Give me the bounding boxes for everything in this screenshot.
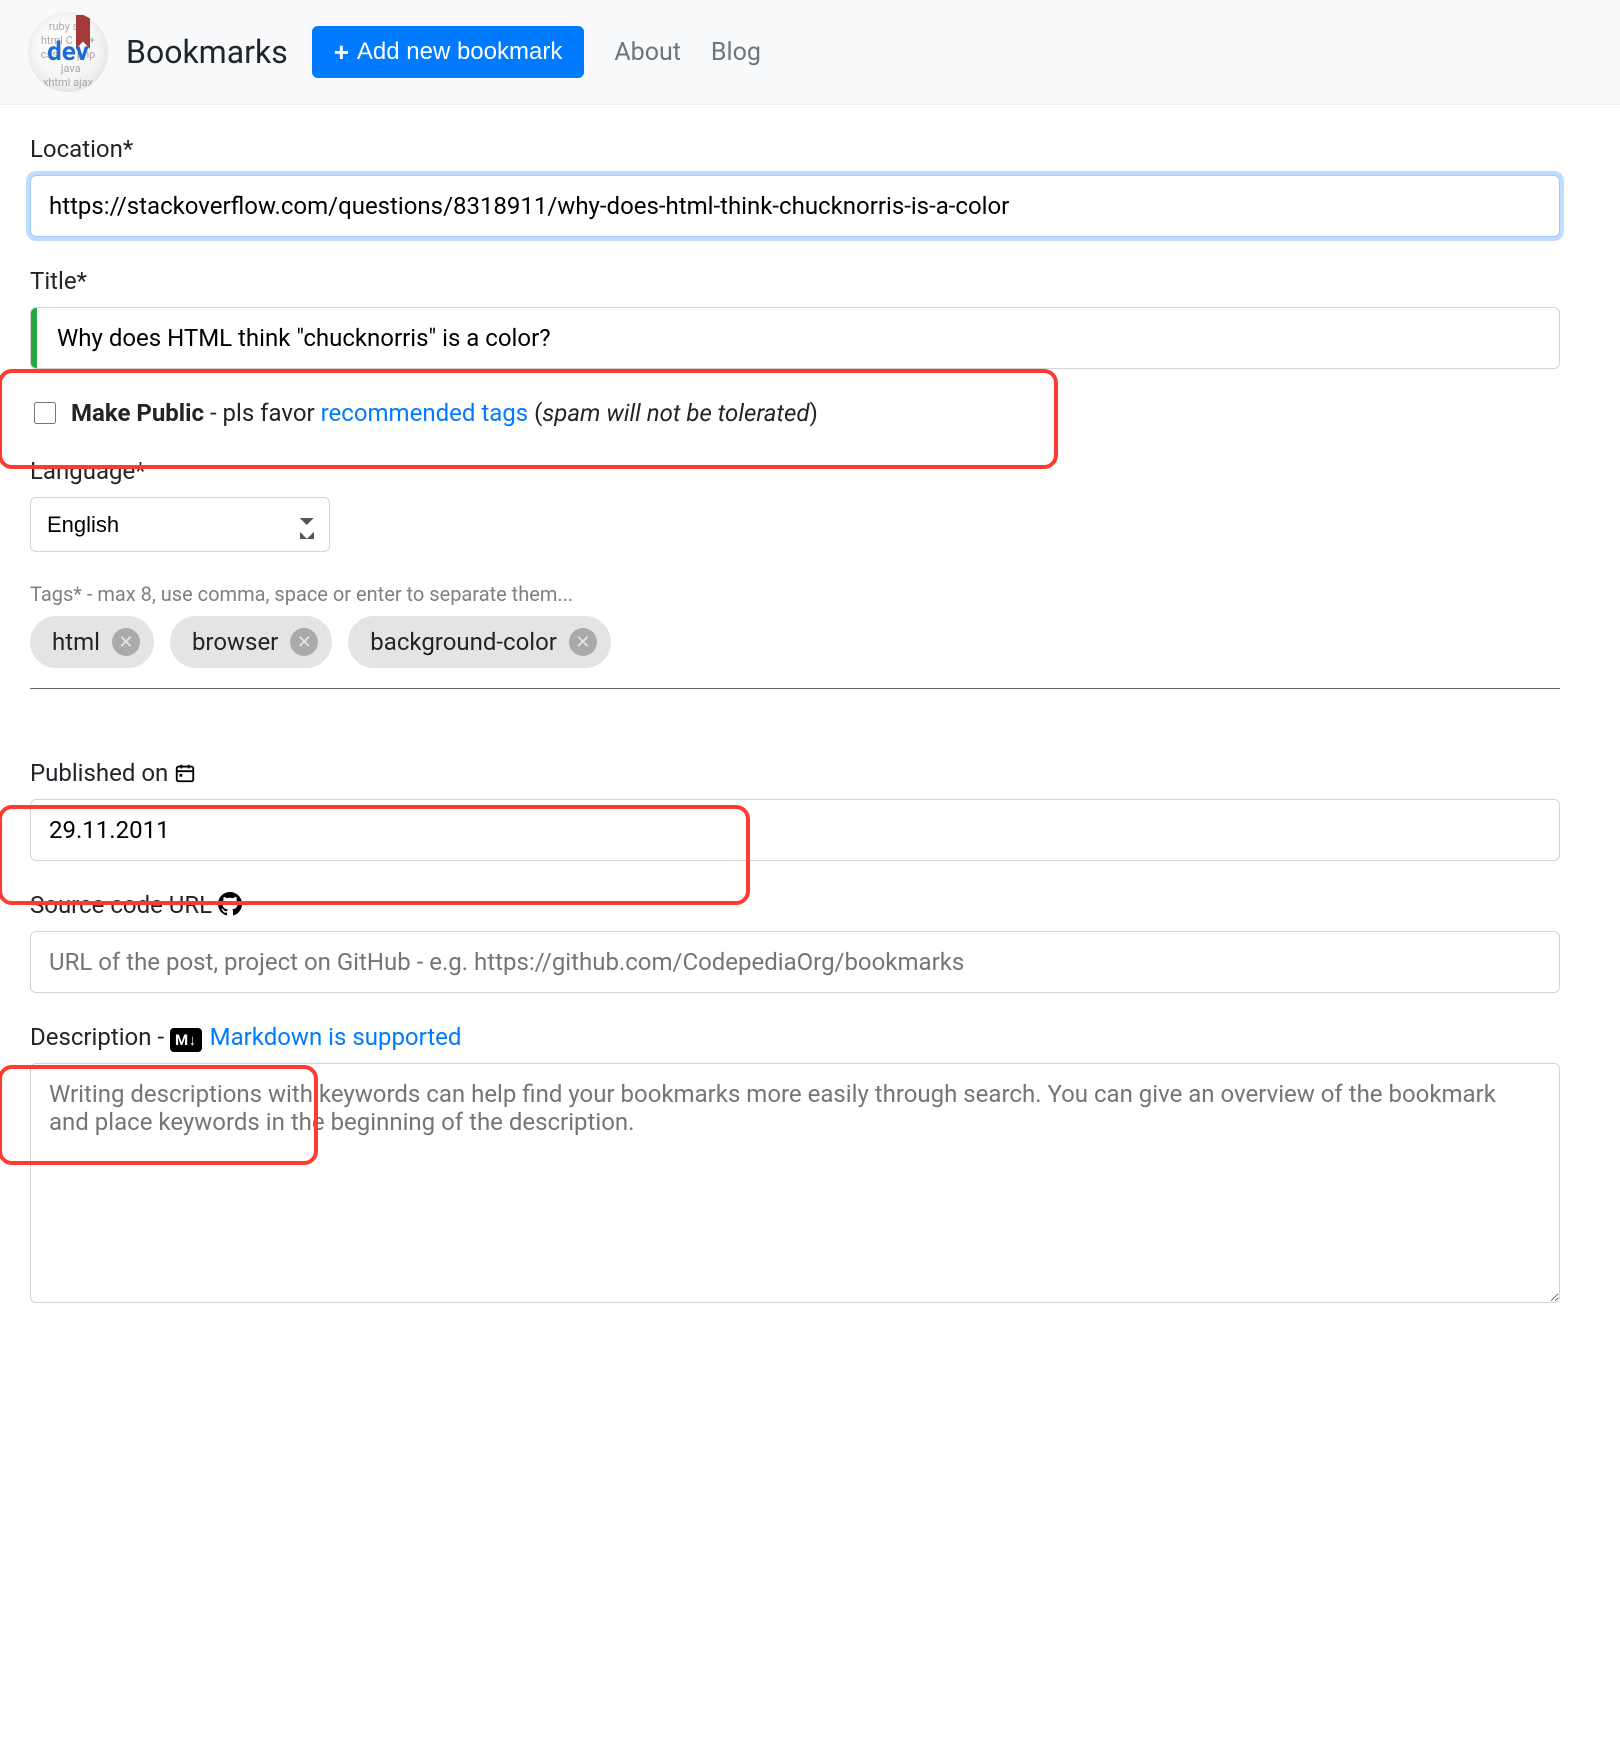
- calendar-icon: [174, 759, 196, 787]
- app-logo[interactable]: ruby sqlhtml C C++css php javaxhtml ajax…: [28, 12, 108, 92]
- add-bookmark-button[interactable]: + Add new bookmark: [312, 26, 585, 78]
- published-label: Published on: [30, 759, 1560, 787]
- description-group: Description - M↓ Markdown is supported: [30, 1023, 1560, 1309]
- logo-text: dev: [47, 37, 89, 67]
- tag-chip: html ✕: [30, 616, 154, 668]
- form-container: Location* Title* Make Public - pls favor…: [0, 105, 1590, 1379]
- location-label: Location*: [30, 135, 1560, 163]
- description-textarea[interactable]: [30, 1063, 1560, 1303]
- location-group: Location*: [30, 135, 1560, 237]
- valid-indicator: [31, 308, 37, 368]
- tag-label: browser: [192, 628, 278, 656]
- tags-group: Tags* - max 8, use comma, space or enter…: [30, 582, 1560, 689]
- make-public-checkbox[interactable]: [34, 402, 56, 424]
- markdown-icon: M↓: [170, 1028, 202, 1052]
- language-group: Language* English: [30, 457, 1560, 552]
- source-group: Source code URL: [30, 891, 1560, 993]
- location-input[interactable]: [30, 175, 1560, 237]
- tag-label: background-color: [370, 628, 557, 656]
- nav-blog[interactable]: Blog: [711, 38, 761, 67]
- spam-note: spam will not be tolerated: [542, 399, 809, 427]
- published-group: Published on: [30, 759, 1560, 861]
- remove-tag-icon[interactable]: ✕: [290, 628, 318, 656]
- tags-hint: Tags* - max 8, use comma, space or enter…: [30, 582, 1560, 606]
- remove-tag-icon[interactable]: ✕: [569, 628, 597, 656]
- add-bookmark-label: Add new bookmark: [357, 38, 562, 66]
- remove-tag-icon[interactable]: ✕: [112, 628, 140, 656]
- title-input[interactable]: [30, 307, 1560, 369]
- tag-chip: browser ✕: [170, 616, 332, 668]
- language-label: Language*: [30, 457, 1560, 485]
- brand-title[interactable]: Bookmarks: [126, 33, 288, 71]
- published-input[interactable]: [30, 799, 1560, 861]
- tags-row[interactable]: html ✕ browser ✕ background-color ✕: [30, 616, 1560, 689]
- nav-about[interactable]: About: [614, 38, 681, 67]
- source-label: Source code URL: [30, 891, 1560, 919]
- markdown-supported-link[interactable]: Markdown is supported: [210, 1023, 462, 1051]
- navbar: ruby sqlhtml C C++css php javaxhtml ajax…: [0, 0, 1620, 105]
- title-group: Title*: [30, 267, 1560, 369]
- recommended-tags-link[interactable]: recommended tags: [321, 399, 528, 427]
- plus-icon: +: [334, 39, 349, 65]
- description-label: Description - M↓ Markdown is supported: [30, 1023, 1560, 1051]
- source-input[interactable]: [30, 931, 1560, 993]
- language-select[interactable]: English: [30, 497, 330, 552]
- github-icon: [218, 891, 242, 919]
- make-public-row: Make Public - pls favor recommended tags…: [30, 399, 1560, 427]
- title-label: Title*: [30, 267, 1560, 295]
- make-public-label: Make Public: [71, 399, 204, 427]
- tag-chip: background-color ✕: [348, 616, 611, 668]
- tag-label: html: [52, 628, 100, 656]
